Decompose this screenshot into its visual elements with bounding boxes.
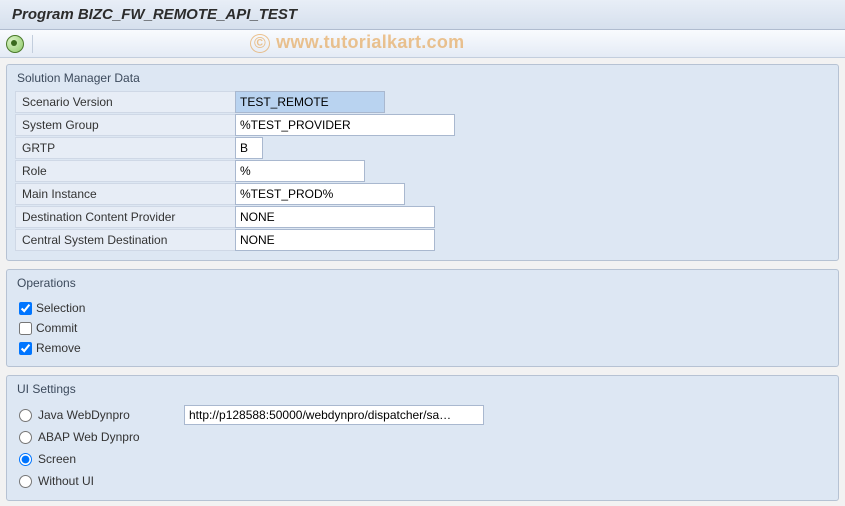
toolbar-divider — [32, 35, 33, 53]
label-role: Role — [15, 160, 235, 182]
label-java-wd: Java WebDynpro — [38, 408, 178, 422]
ui-radio-list: Java WebDynpro ABAP Web Dynpro Screen Wi… — [15, 402, 830, 492]
operations-list: Selection Commit Remove — [15, 296, 830, 358]
radio-row-screen[interactable]: Screen — [19, 448, 830, 470]
label-central-system-dest: Central System Destination — [15, 229, 235, 251]
radio-java-wd[interactable] — [19, 409, 32, 422]
group-title-solman: Solution Manager Data — [17, 71, 830, 85]
row-main-instance: Main Instance — [15, 183, 830, 205]
input-role[interactable] — [235, 160, 365, 182]
group-title-operations: Operations — [17, 276, 830, 290]
execute-icon[interactable] — [6, 35, 24, 53]
radio-screen[interactable] — [19, 453, 32, 466]
op-row-selection[interactable]: Selection — [19, 298, 830, 318]
op-row-commit[interactable]: Commit — [19, 318, 830, 338]
label-dest-content-provider: Destination Content Provider — [15, 206, 235, 228]
group-operations: Operations Selection Commit Remove — [6, 269, 839, 367]
label-selection: Selection — [36, 301, 85, 315]
row-scenario-version: Scenario Version — [15, 91, 830, 113]
label-commit: Commit — [36, 321, 77, 335]
label-scenario-version: Scenario Version — [15, 91, 235, 113]
input-central-system-dest[interactable] — [235, 229, 435, 251]
checkbox-remove[interactable] — [19, 342, 32, 355]
row-role: Role — [15, 160, 830, 182]
group-solution-manager: Solution Manager Data Scenario Version S… — [6, 64, 839, 261]
label-without-ui: Without UI — [38, 474, 178, 488]
page-title: Program BIZC_FW_REMOTE_API_TEST — [12, 6, 297, 23]
input-grtp[interactable] — [235, 137, 263, 159]
group-title-ui: UI Settings — [17, 382, 830, 396]
label-abap-wd: ABAP Web Dynpro — [38, 430, 178, 444]
checkbox-selection[interactable] — [19, 302, 32, 315]
radio-row-without-ui[interactable]: Without UI — [19, 470, 830, 492]
label-system-group: System Group — [15, 114, 235, 136]
input-dest-content-provider[interactable] — [235, 206, 435, 228]
copyright-icon: © — [250, 34, 270, 53]
radio-abap-wd[interactable] — [19, 431, 32, 444]
content-area: Solution Manager Data Scenario Version S… — [0, 58, 845, 501]
op-row-remove[interactable]: Remove — [19, 338, 830, 358]
input-system-group[interactable] — [235, 114, 455, 136]
watermark: © www.tutorialkart.com — [250, 32, 464, 53]
input-java-wd-url[interactable] — [184, 405, 484, 425]
label-main-instance: Main Instance — [15, 183, 235, 205]
radio-row-java-wd[interactable]: Java WebDynpro — [19, 404, 830, 426]
label-grtp: GRTP — [15, 137, 235, 159]
label-remove: Remove — [36, 341, 81, 355]
page-title-bar: Program BIZC_FW_REMOTE_API_TEST — [0, 0, 845, 30]
row-central-system-dest: Central System Destination — [15, 229, 830, 251]
radio-without-ui[interactable] — [19, 475, 32, 488]
input-scenario-version[interactable] — [235, 91, 385, 113]
watermark-text: www.tutorialkart.com — [276, 32, 464, 52]
group-ui-settings: UI Settings Java WebDynpro ABAP Web Dynp… — [6, 375, 839, 501]
row-system-group: System Group — [15, 114, 830, 136]
checkbox-commit[interactable] — [19, 322, 32, 335]
radio-row-abap-wd[interactable]: ABAP Web Dynpro — [19, 426, 830, 448]
app-toolbar: © www.tutorialkart.com — [0, 30, 845, 58]
row-grtp: GRTP — [15, 137, 830, 159]
row-dest-content-provider: Destination Content Provider — [15, 206, 830, 228]
input-main-instance[interactable] — [235, 183, 405, 205]
label-screen: Screen — [38, 452, 178, 466]
